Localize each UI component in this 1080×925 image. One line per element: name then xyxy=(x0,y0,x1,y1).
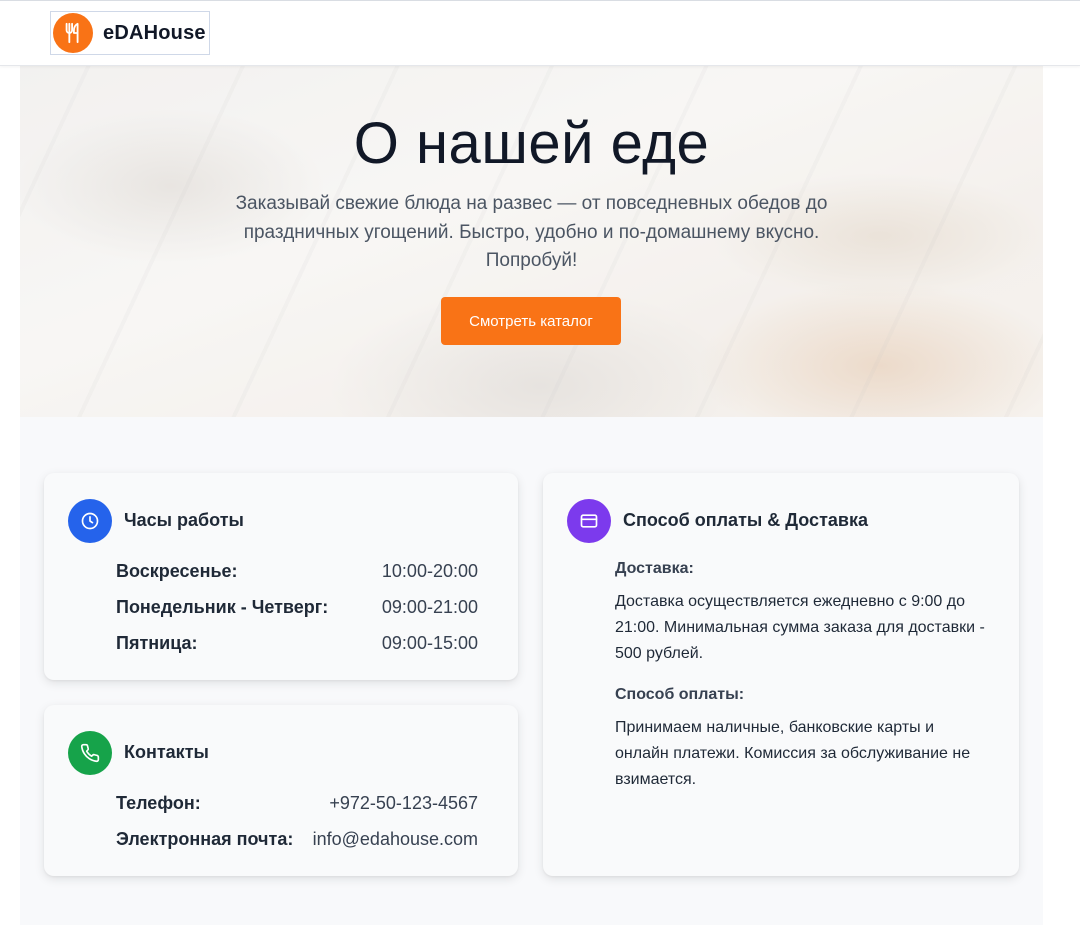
email-value[interactable]: info@edahouse.com xyxy=(313,829,478,850)
contacts-title: Контакты xyxy=(124,742,209,762)
hours-day-label: Понедельник - Четверг: xyxy=(116,597,329,617)
clock-icon xyxy=(68,499,112,543)
payment-delivery-title: Способ оплаты & Доставка xyxy=(623,510,868,530)
phone-icon xyxy=(68,731,112,775)
hours-time-value: 10:00-20:00 xyxy=(381,561,478,581)
hours-title: Часы работы xyxy=(124,510,244,530)
credit-card-icon xyxy=(567,499,611,543)
hero-section: О нашей еде Заказывай свежие блюда на ра… xyxy=(20,66,1043,417)
hero-subtitle: Заказывай свежие блюда на развес — от по… xyxy=(235,193,828,271)
contacts-card: Контакты Телефон: +972-50-123-4567 Элект… xyxy=(44,705,518,876)
payment-method-heading: Способ оплаты: xyxy=(615,686,745,703)
hours-day-label: Воскресенье: xyxy=(116,561,238,581)
delivery-text: Доставка осуществляется ежедневно с 9:00… xyxy=(615,593,985,662)
hours-day-label: Пятница: xyxy=(116,633,198,653)
info-section: Часы работы Воскресенье: 10:00-20:00 Пон… xyxy=(20,417,1043,925)
phone-value[interactable]: +972-50-123-4567 xyxy=(329,793,478,814)
brand-name: eDAHouse xyxy=(103,21,206,44)
site-header: eDAHouse xyxy=(0,0,1080,66)
view-catalog-button[interactable]: Смотреть каталог xyxy=(441,297,621,345)
payment-delivery-card: Способ оплаты & Доставка Доставка: Доста… xyxy=(543,473,1019,876)
contact-label: Электронная почта: xyxy=(116,829,294,849)
payment-method-text: Принимаем наличные, банковские карты и о… xyxy=(615,719,971,788)
contact-label: Телефон: xyxy=(116,793,201,813)
brand-logo-link[interactable]: eDAHouse xyxy=(50,11,210,55)
delivery-heading: Доставка: xyxy=(615,560,694,577)
hours-time-value: 09:00-15:00 xyxy=(381,633,478,653)
utensils-icon xyxy=(53,13,93,53)
hours-card: Часы работы Воскресенье: 10:00-20:00 Пон… xyxy=(44,473,518,680)
hero-title: О нашей еде xyxy=(353,111,710,176)
hours-time-value: 09:00-21:00 xyxy=(381,597,478,617)
